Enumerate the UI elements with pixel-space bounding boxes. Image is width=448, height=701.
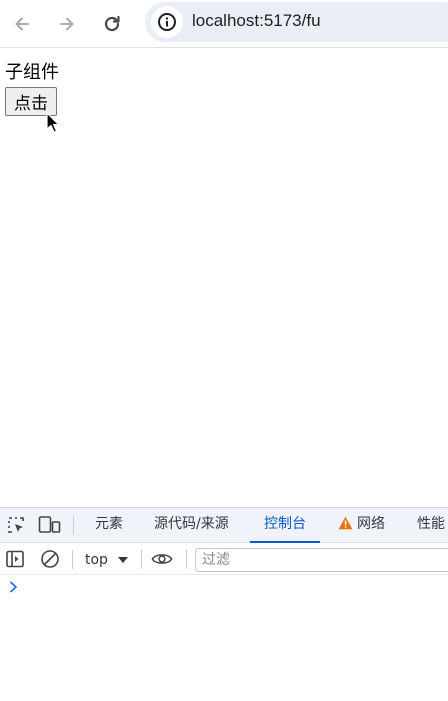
devtools-panel: 元素 源代码/来源 控制台 网络 性能 top 过滤 <box>0 507 448 701</box>
devtools-tab-bar: 元素 源代码/来源 控制台 网络 性能 <box>0 508 448 543</box>
browser-toolbar: localhost:5173/fu <box>0 0 448 48</box>
inspect-element-button[interactable] <box>4 513 28 537</box>
tab-label: 元素 <box>95 516 123 532</box>
device-mode-icon <box>38 516 61 533</box>
console-prompt-icon[interactable] <box>8 580 20 594</box>
forward-button[interactable] <box>51 8 83 40</box>
context-selector[interactable]: top <box>78 550 134 570</box>
warning-icon <box>338 516 353 530</box>
device-toolbar-button[interactable] <box>38 513 62 537</box>
arrow-left-icon <box>15 17 29 31</box>
reload-button[interactable] <box>96 8 128 40</box>
address-bar[interactable]: localhost:5173/fu <box>145 2 448 42</box>
url-text: localhost:5173/fu <box>192 11 321 30</box>
filter-input[interactable] <box>195 548 448 572</box>
console-toolbar: top <box>0 544 448 575</box>
inspect-icon <box>8 517 24 533</box>
tab-performance[interactable]: 性能 <box>417 508 445 542</box>
toolbar-divider <box>186 550 187 569</box>
toolbar-divider <box>72 550 73 569</box>
dropdown-arrow-icon <box>118 557 128 563</box>
tab-elements[interactable]: 元素 <box>95 508 123 542</box>
eye-icon <box>151 554 173 564</box>
back-button[interactable] <box>6 8 38 40</box>
reload-icon <box>104 15 120 32</box>
tab-label: 网络 <box>357 516 385 532</box>
tab-network[interactable]: 网络 <box>338 508 385 542</box>
mouse-cursor-icon <box>46 112 60 133</box>
toolbar-divider <box>141 550 142 569</box>
clear-console-button[interactable] <box>39 548 61 570</box>
site-info-button[interactable] <box>151 6 183 38</box>
show-sidebar-button[interactable] <box>4 548 26 570</box>
context-value: top <box>85 552 108 568</box>
sidebar-icon <box>6 550 24 568</box>
tab-label: 控制台 <box>264 516 306 532</box>
live-expression-button[interactable] <box>151 548 173 570</box>
tab-console[interactable]: 控制台 <box>250 508 320 543</box>
child-component-label: 子组件 <box>5 62 59 83</box>
clear-icon <box>41 550 59 568</box>
page-viewport: 子组件 点击 <box>0 49 448 506</box>
tab-label: 性能 <box>417 516 445 532</box>
arrow-right-icon <box>60 17 74 31</box>
tab-sources[interactable]: 源代码/来源 <box>154 508 229 542</box>
info-icon <box>158 13 176 31</box>
toolbar-divider <box>73 516 74 535</box>
tab-label: 源代码/来源 <box>154 516 229 532</box>
